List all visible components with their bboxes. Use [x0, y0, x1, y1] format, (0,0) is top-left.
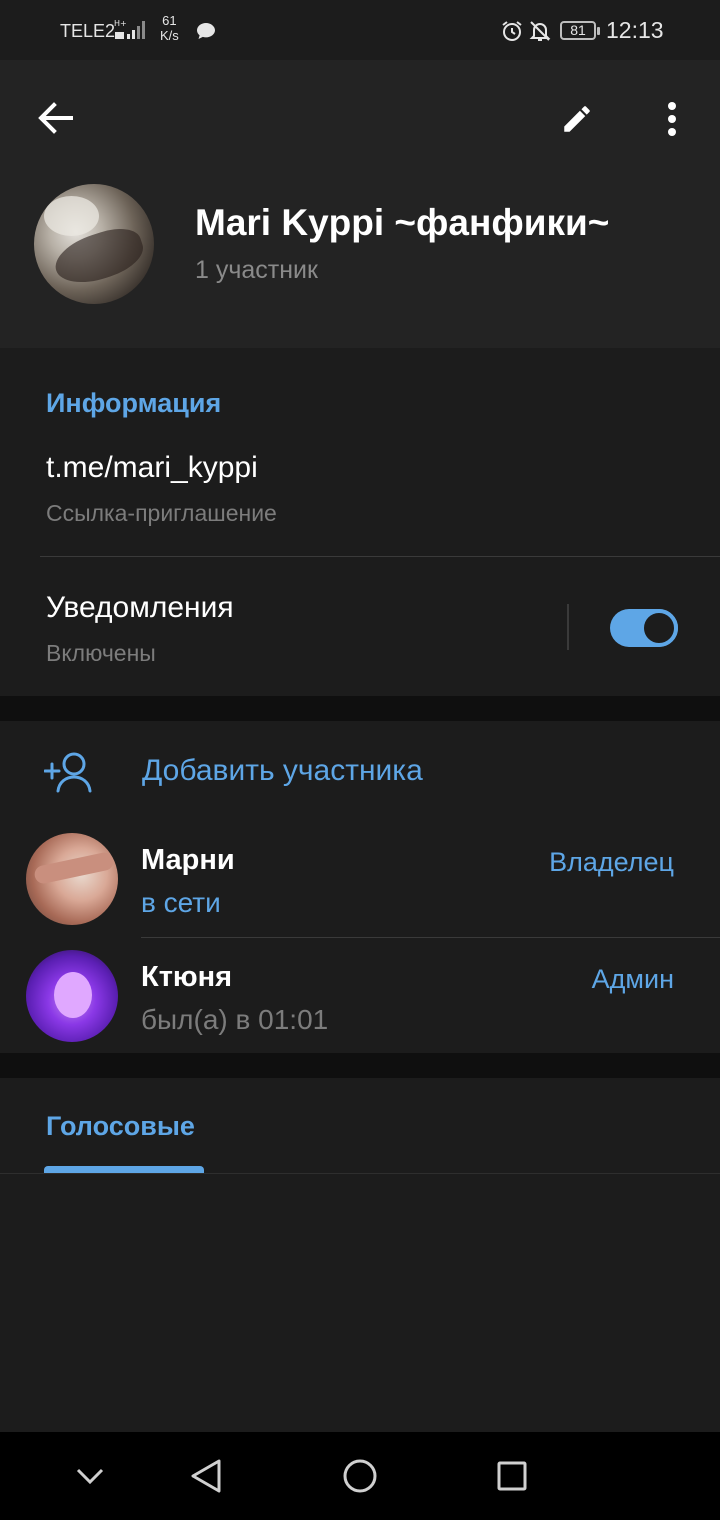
message-notification-icon — [196, 22, 216, 45]
notifications-toggle[interactable] — [610, 609, 678, 647]
member-status: в сети — [141, 887, 221, 918]
circle-home-icon — [343, 1459, 377, 1493]
member-row-ktyunya[interactable]: Ктюня был(а) в 01:01 Админ — [0, 938, 720, 1054]
chat-header: Mari Kyppi ~фанфики~ 1 участник — [0, 60, 720, 348]
speed-unit: K/s — [160, 28, 179, 43]
back-arrow-icon — [38, 102, 73, 134]
network-speed: 61 K/s — [160, 13, 179, 43]
square-recents-icon — [497, 1461, 527, 1491]
speed-value: 61 — [162, 13, 177, 28]
info-section: Информация t.me/mari_kyppi Ссылка-пригла… — [0, 348, 720, 696]
member-role: Админ — [591, 964, 674, 994]
section-gap — [0, 1053, 720, 1078]
member-count: 1 участник — [195, 256, 318, 284]
tabs-underline — [0, 1173, 720, 1174]
pencil-icon — [564, 106, 590, 132]
back-button[interactable] — [30, 96, 80, 140]
member-status: был(а) в 01:01 — [141, 1004, 329, 1035]
carrier-label: TELE2 — [60, 21, 116, 41]
add-member-label: Добавить участника — [142, 754, 423, 787]
more-vertical-icon — [668, 102, 676, 136]
avatar — [26, 833, 118, 925]
clock: 12:13 — [606, 17, 664, 43]
info-section-title: Информация — [46, 388, 222, 418]
more-options-button[interactable] — [648, 94, 696, 144]
chat-title: Mari Kyppi ~фанфики~ — [195, 202, 610, 243]
nav-home-button[interactable] — [338, 1454, 382, 1498]
invite-link[interactable]: t.me/mari_kyppi — [46, 451, 258, 485]
notifications-status: Включены — [46, 640, 156, 666]
member-role: Владелец — [549, 847, 674, 877]
mute-bell-icon — [528, 19, 552, 48]
avatar — [26, 950, 118, 1042]
tab-voice[interactable]: Голосовые — [46, 1111, 195, 1142]
status-bar: TELE2 H+ 61 K/s 81 12:13 — [0, 0, 720, 60]
members-section: Добавить участника Марни в сети Владелец… — [0, 721, 720, 1053]
edit-button[interactable] — [552, 94, 602, 144]
member-name: Марни — [141, 844, 235, 876]
media-tabs: Голосовые — [0, 1078, 720, 1174]
hide-keyboard-button[interactable] — [68, 1454, 112, 1498]
signal-icon: H+ — [114, 18, 148, 45]
section-gap — [0, 696, 720, 721]
member-name: Ктюня — [141, 961, 233, 993]
nav-back-button[interactable] — [184, 1454, 228, 1498]
divider — [40, 556, 720, 557]
invite-link-caption: Ссылка-приглашение — [46, 500, 277, 526]
chat-avatar[interactable] — [34, 184, 154, 304]
battery-indicator: 81 — [560, 21, 600, 40]
add-user-icon — [43, 751, 96, 798]
chevron-down-icon — [76, 1468, 104, 1485]
alarm-icon — [500, 19, 524, 48]
system-navigation-bar — [0, 1432, 720, 1520]
nav-recents-button[interactable] — [490, 1454, 534, 1498]
add-member-button[interactable]: Добавить участника — [0, 721, 720, 821]
active-tab-indicator — [44, 1166, 204, 1173]
vertical-separator — [567, 604, 569, 650]
member-row-marni[interactable]: Марни в сети Владелец — [0, 821, 720, 937]
toggle-knob — [640, 609, 678, 647]
svg-text:H+: H+ — [114, 19, 127, 28]
triangle-back-icon — [191, 1459, 221, 1493]
notifications-label[interactable]: Уведомления — [46, 591, 234, 625]
